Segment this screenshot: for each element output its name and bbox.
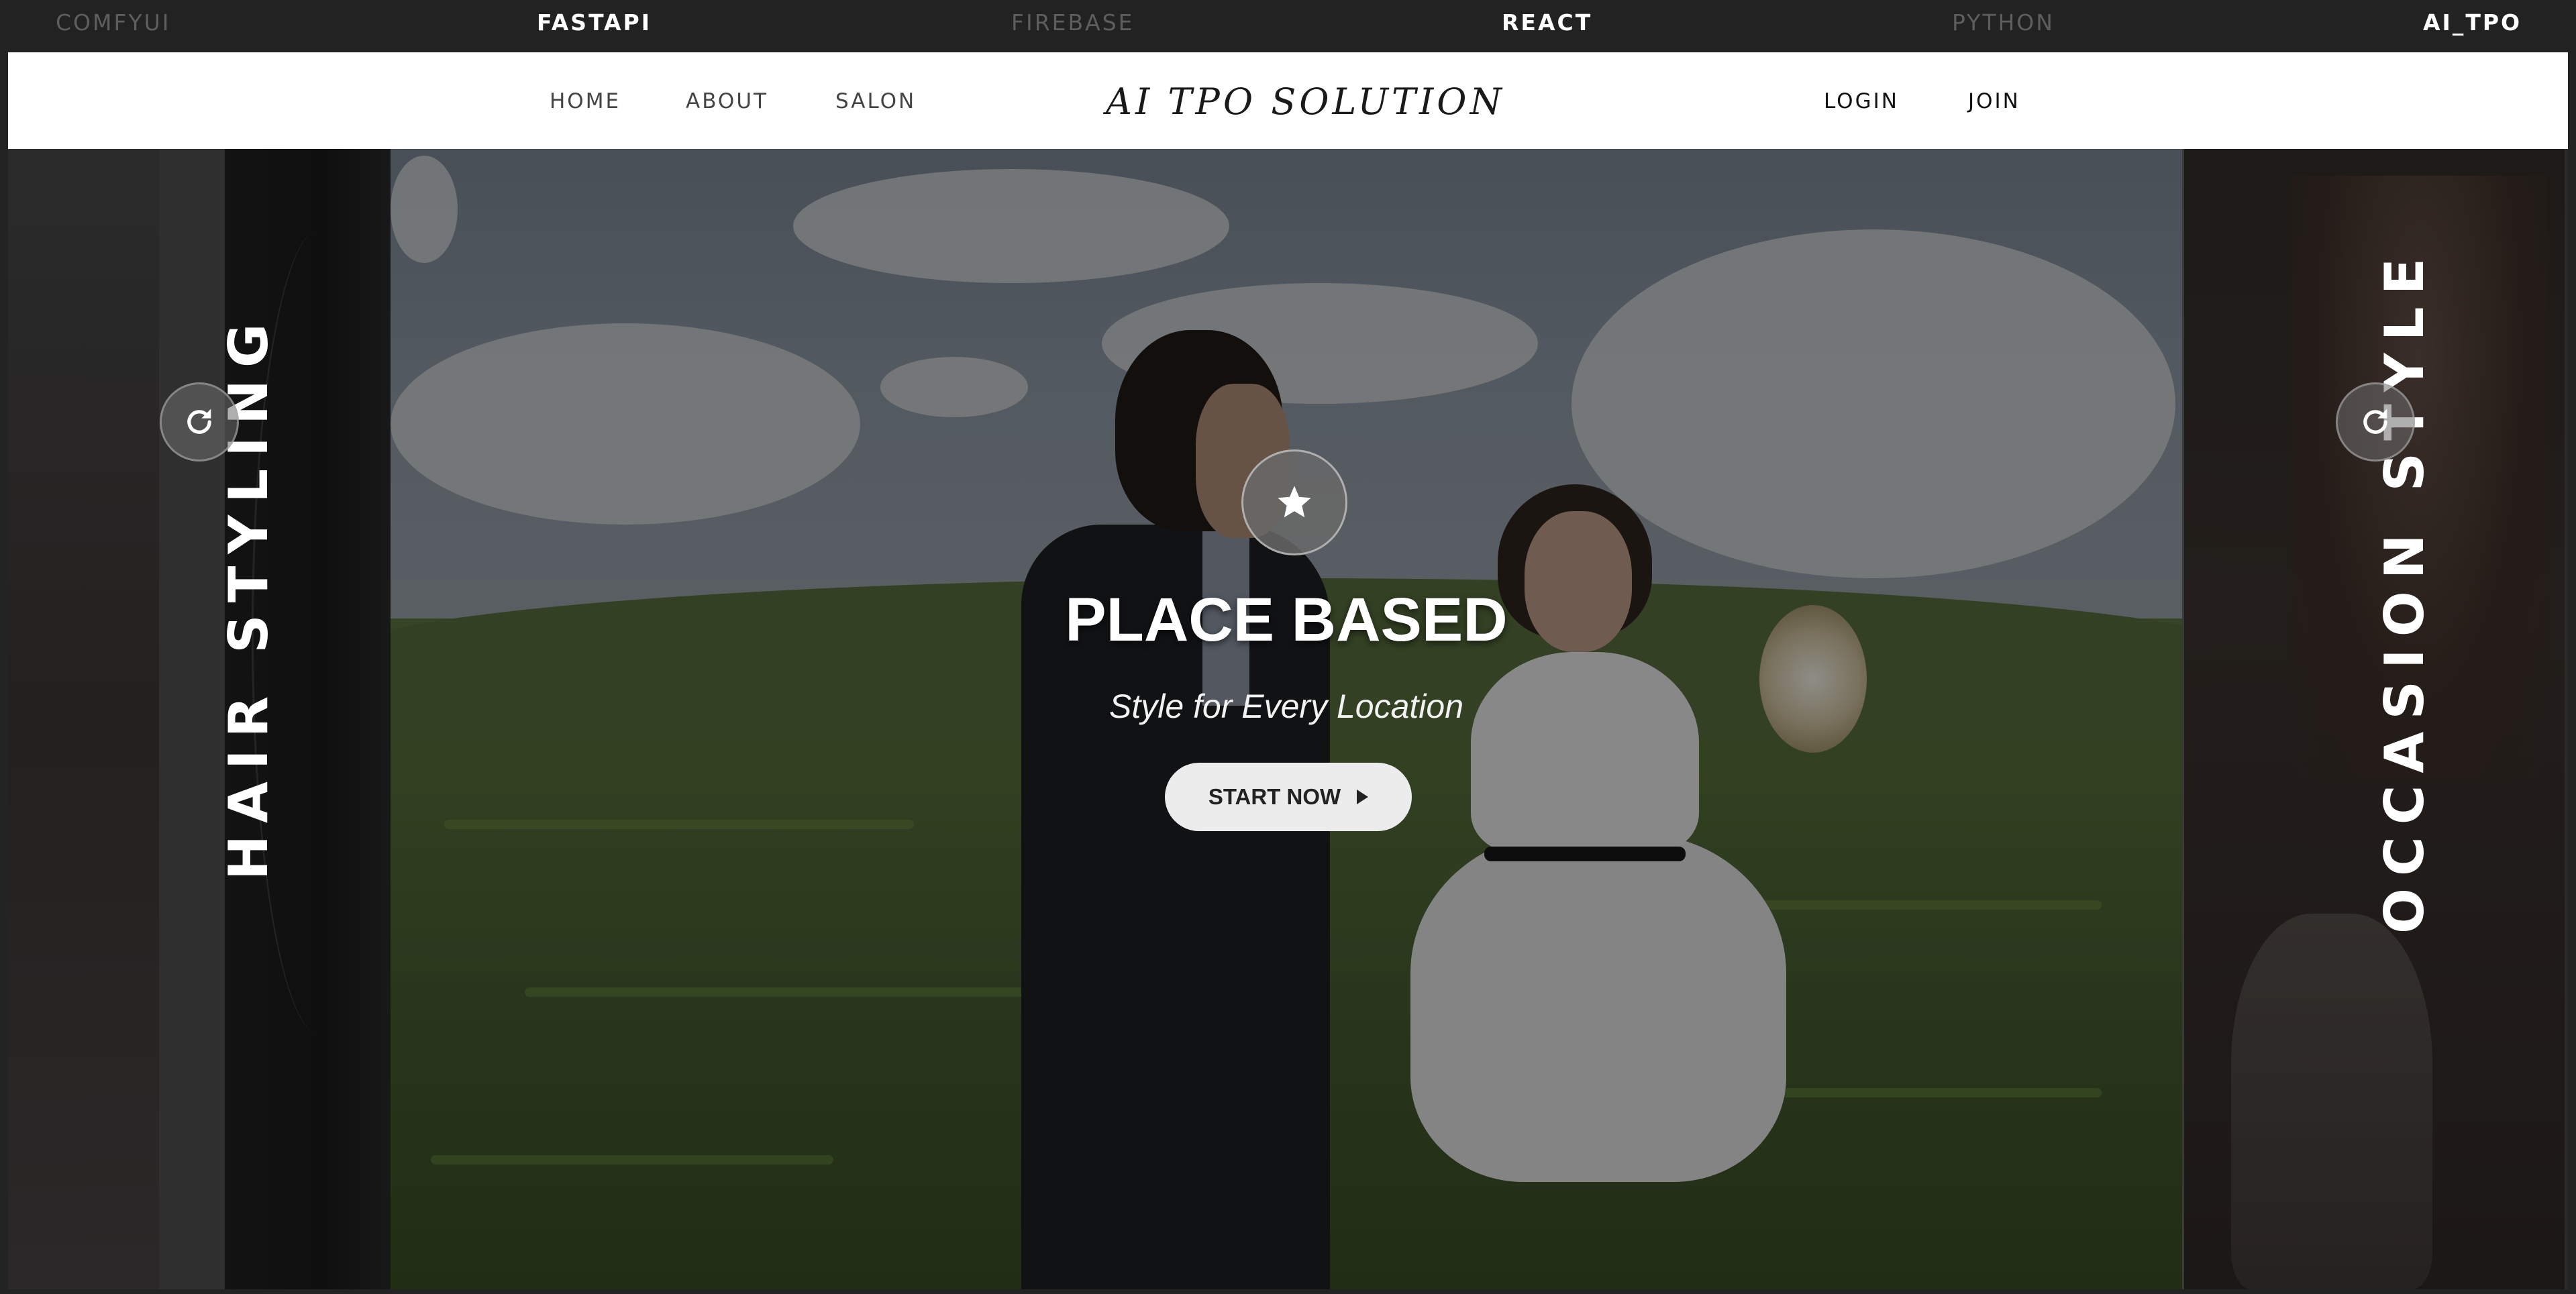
- start-now-label: START NOW: [1208, 784, 1341, 809]
- occasion-style-label[interactable]: OCCASION STYLE: [2373, 246, 2436, 934]
- left-refresh-button[interactable]: [160, 382, 239, 462]
- nav-join-link[interactable]: JOIN: [1968, 52, 2020, 149]
- hero-content: PLACE BASED Style for Every Location STA…: [391, 149, 2182, 1289]
- site-brand-logo[interactable]: AI TPO SOLUTION: [1106, 52, 1505, 149]
- right-refresh-button[interactable]: [2336, 382, 2415, 462]
- tech-item-ai-tpo: AI_TPO: [2423, 9, 2522, 36]
- tech-item-react: REACT: [1502, 9, 1593, 36]
- hero-badge[interactable]: [1241, 449, 1347, 555]
- place-based-hero: PLACE BASED Style for Every Location STA…: [391, 149, 2182, 1289]
- tech-item-firebase: FIREBASE: [1011, 9, 1135, 36]
- tech-item-fastapi: FASTAPI: [537, 9, 652, 36]
- hair-styling-panel[interactable]: HAIR STYLING: [8, 149, 391, 1289]
- right-panel-lamp: [2231, 914, 2432, 1289]
- refresh-arrow-icon: [187, 409, 211, 434]
- nav-home-link[interactable]: HOME: [550, 52, 621, 149]
- start-now-button[interactable]: START NOW: [1165, 763, 1412, 831]
- nav-login-link[interactable]: LOGIN: [1824, 52, 1899, 149]
- hero-title: PLACE BASED: [1065, 586, 1508, 654]
- play-icon: [1357, 790, 1369, 804]
- left-panel-backdrop: [8, 149, 159, 1289]
- style-carousel: HAIR STYLING PLACE BASED Style for Every…: [8, 149, 2568, 1289]
- nav-salon-link[interactable]: SALON: [835, 52, 916, 149]
- refresh-arrow-icon: [2363, 409, 2387, 434]
- hero-subtitle: Style for Every Location: [1109, 688, 1464, 725]
- right-panel-edge: [2565, 149, 2568, 1289]
- left-panel-band: [159, 149, 225, 1289]
- tech-stack-strip: COMFYUI FASTAPI FIREBASE REACT PYTHON AI…: [0, 0, 2576, 52]
- tech-item-python: PYTHON: [1952, 9, 2055, 36]
- nav-about-link[interactable]: ABOUT: [686, 52, 768, 149]
- star-icon: [1278, 486, 1311, 518]
- main-navbar: HOME ABOUT SALON AI TPO SOLUTION LOGIN J…: [8, 52, 2568, 149]
- tech-item-comfyui: COMFYUI: [56, 9, 171, 36]
